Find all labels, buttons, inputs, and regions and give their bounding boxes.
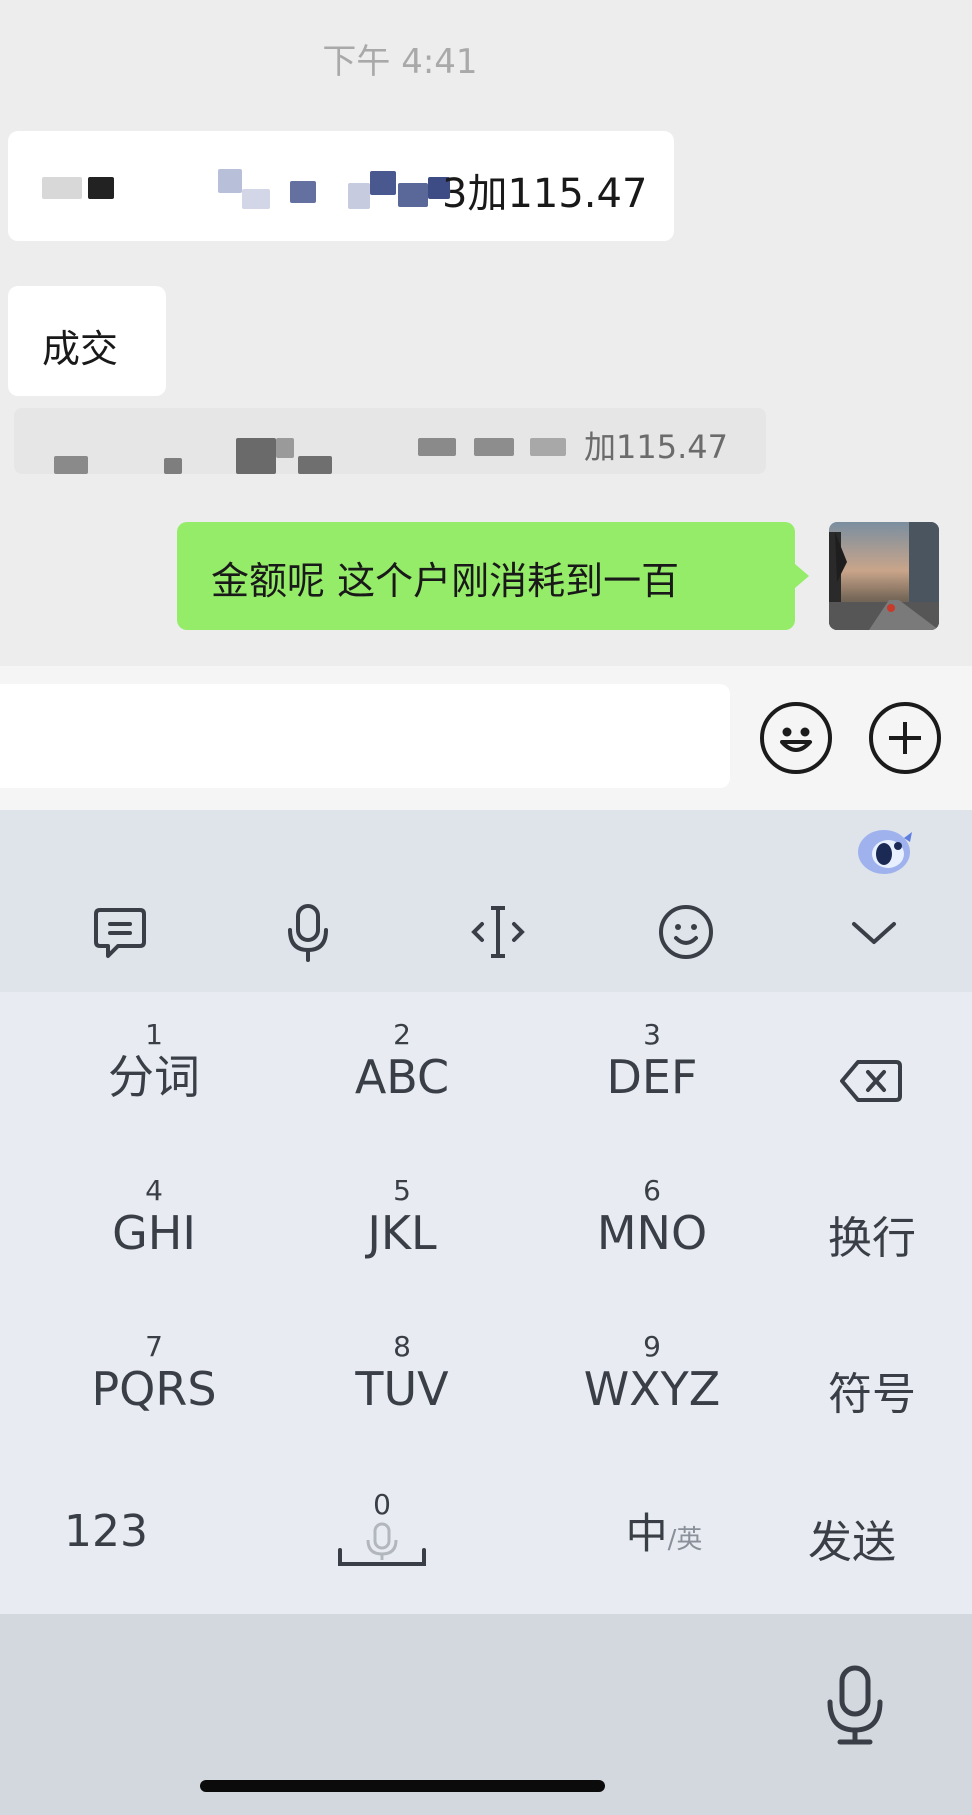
redacted-text [88, 177, 114, 199]
message-text: 成交 [42, 327, 119, 371]
redacted-text [290, 181, 316, 203]
redacted-text [164, 458, 182, 474]
space-zero-key[interactable]: 0 [302, 1490, 462, 1580]
redacted-text [276, 438, 294, 458]
home-indicator[interactable] [200, 1780, 605, 1792]
key-label: PQRS [91, 1362, 217, 1416]
language-main: 中 [625, 1509, 668, 1558]
symbols-key[interactable]: 符号 [782, 1358, 962, 1422]
key-number: 0 [373, 1488, 391, 1521]
cursor-icon[interactable] [466, 900, 530, 964]
key-2[interactable]: 2 ABC [302, 1018, 502, 1105]
avatar[interactable] [829, 522, 939, 630]
message-text: 加115.47 [584, 428, 728, 466]
t9-keyboard: 1 分词 2 ABC 3 DEF 4 GHI 5 JKL 6 MNO 换行 7 … [0, 992, 972, 1614]
key-label: ABC [354, 1050, 450, 1104]
key-number: 7 [145, 1330, 163, 1363]
message-timestamp: 下午 4:41 [322, 42, 478, 82]
newline-key[interactable]: 换行 [782, 1202, 962, 1266]
microphone-icon [338, 1522, 426, 1566]
key-4[interactable]: 4 GHI [54, 1174, 254, 1261]
key-number: 3 [643, 1018, 661, 1051]
key-1[interactable]: 1 分词 [54, 1018, 254, 1105]
redacted-text [474, 438, 514, 456]
numeric-key[interactable]: 123 [16, 1506, 196, 1557]
smiley-icon[interactable] [760, 702, 832, 774]
key-number: 1 [145, 1018, 163, 1051]
redacted-text [242, 189, 270, 209]
key-label: WXYZ [583, 1362, 721, 1416]
chat-area[interactable]: 下午 4:41 3加115.47 成交 加115.47 金额呢 这个户刚消耗到一… [0, 0, 972, 666]
keyboard-toolbar [0, 810, 972, 992]
plus-circle-icon[interactable] [869, 702, 941, 774]
key-number: 6 [643, 1174, 661, 1207]
key-3[interactable]: 3 DEF [552, 1018, 752, 1105]
microphone-icon[interactable] [822, 1664, 888, 1746]
redacted-text [298, 456, 332, 474]
backspace-icon[interactable] [838, 1056, 904, 1106]
message-bubble-incoming-redacted[interactable]: 加115.47 [14, 408, 766, 474]
redacted-text [398, 183, 428, 207]
microphone-icon[interactable] [276, 900, 340, 964]
key-label: JKL [367, 1206, 437, 1260]
send-key[interactable]: 发送 [762, 1506, 942, 1570]
key-number: 5 [393, 1174, 411, 1207]
key-8[interactable]: 8 TUV [302, 1330, 502, 1417]
chevron-down-icon[interactable] [842, 900, 906, 964]
redacted-text [42, 177, 82, 199]
message-bubble-incoming[interactable]: 成交 [8, 286, 166, 396]
redacted-text [530, 438, 566, 456]
message-text: 3加115.47 [442, 171, 648, 217]
key-label: DEF [606, 1050, 698, 1104]
key-6[interactable]: 6 MNO [552, 1174, 752, 1261]
key-label: GHI [112, 1206, 196, 1260]
composer-bar [0, 666, 972, 810]
key-label: TUV [355, 1362, 449, 1416]
language-alt: 英 [676, 1525, 703, 1555]
key-5[interactable]: 5 JKL [302, 1174, 502, 1261]
key-label: MNO [596, 1206, 708, 1260]
bubble-tail [795, 564, 809, 588]
key-number: 8 [393, 1330, 411, 1363]
key-number: 4 [145, 1174, 163, 1207]
redacted-text [370, 171, 396, 195]
redacted-text [236, 438, 276, 474]
key-7[interactable]: 7 PQRS [54, 1330, 254, 1417]
message-text: 金额呢 这个户刚消耗到一百 [211, 559, 680, 603]
clipboard-icon[interactable] [88, 900, 152, 964]
redacted-text [348, 183, 370, 209]
emoji-icon[interactable] [654, 900, 718, 964]
language-toggle-key[interactable]: 中/英 [594, 1500, 734, 1561]
message-bubble-outgoing[interactable]: 金额呢 这个户刚消耗到一百 [177, 522, 795, 630]
redacted-text [418, 438, 456, 456]
avatar-photo [829, 522, 939, 630]
redacted-text [54, 456, 88, 474]
message-input[interactable] [0, 684, 730, 788]
ime-mascot-icon[interactable] [854, 824, 914, 878]
message-bubble-incoming[interactable]: 3加115.47 [8, 131, 674, 241]
key-number: 9 [643, 1330, 661, 1363]
key-9[interactable]: 9 WXYZ [552, 1330, 752, 1417]
key-label: 分词 [108, 1050, 200, 1104]
redacted-text [218, 169, 242, 193]
key-number: 2 [393, 1018, 411, 1051]
